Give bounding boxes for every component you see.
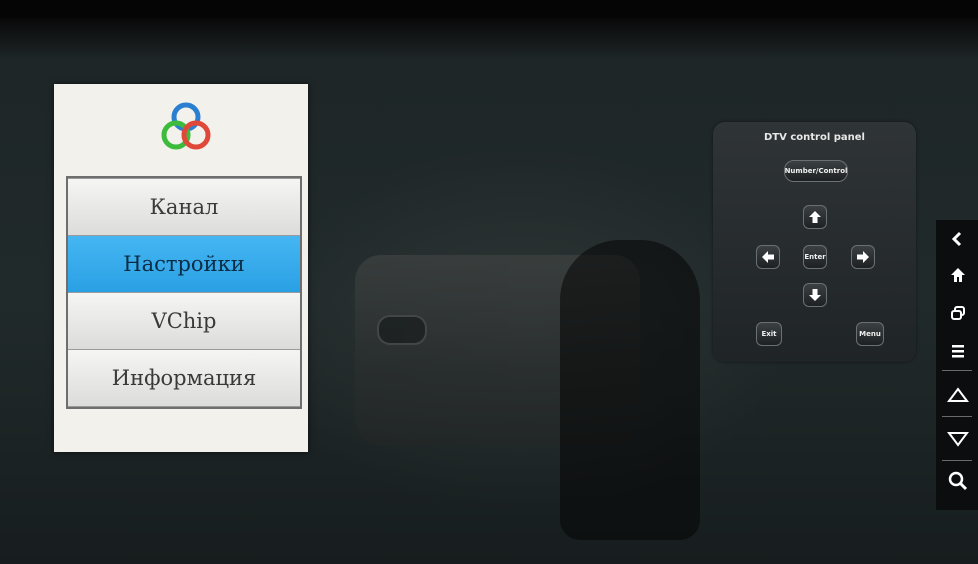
volume-down-icon: [947, 432, 969, 447]
down-arrow-icon: [809, 289, 821, 301]
nav-separator: [942, 416, 972, 417]
search-button[interactable]: [940, 466, 976, 496]
main-menu-panel: Канал Настройки VChip Информация: [54, 84, 308, 452]
left-arrow-button[interactable]: [756, 245, 780, 269]
back-button[interactable]: [940, 224, 976, 254]
menu-nav-button[interactable]: [940, 336, 976, 366]
menu-item-settings[interactable]: Настройки: [68, 236, 300, 292]
tv-bezel: [0, 0, 978, 18]
volume-down-button[interactable]: [940, 424, 976, 454]
exit-button[interactable]: Exit: [756, 322, 782, 346]
right-arrow-icon: [857, 251, 869, 263]
menu-list: Канал Настройки VChip Информация: [66, 176, 302, 409]
menu-item-channel[interactable]: Канал: [68, 179, 300, 235]
app-logo-icon: [156, 98, 216, 158]
volume-up-icon: [947, 387, 969, 402]
back-icon: [951, 231, 962, 247]
menu-button[interactable]: Menu: [856, 322, 884, 346]
dtv-panel-title: DTV control panel: [764, 132, 865, 143]
menu-item-info[interactable]: Информация: [68, 350, 300, 406]
recent-apps-icon: [951, 306, 965, 320]
left-arrow-icon: [762, 251, 774, 263]
down-arrow-button[interactable]: [803, 283, 827, 307]
search-icon: [948, 471, 968, 491]
enter-button[interactable]: Enter: [803, 245, 827, 269]
hand-reflection: [560, 240, 700, 540]
home-button[interactable]: [940, 260, 976, 290]
up-arrow-icon: [809, 211, 821, 223]
home-icon: [951, 268, 965, 282]
volume-up-button[interactable]: [940, 380, 976, 410]
system-nav-bar: [936, 220, 978, 510]
up-arrow-button[interactable]: [803, 205, 827, 229]
nav-separator: [942, 460, 972, 461]
camera-reflection: [377, 315, 427, 345]
menu-item-vchip[interactable]: VChip: [68, 293, 300, 349]
recent-apps-button[interactable]: [940, 298, 976, 328]
menu-icon: [952, 345, 964, 358]
right-arrow-button[interactable]: [851, 245, 875, 269]
dtv-control-panel: DTV control panel Number/Control Enter E…: [713, 122, 916, 362]
nav-separator: [942, 370, 972, 371]
number-control-button[interactable]: Number/Control: [784, 160, 848, 182]
